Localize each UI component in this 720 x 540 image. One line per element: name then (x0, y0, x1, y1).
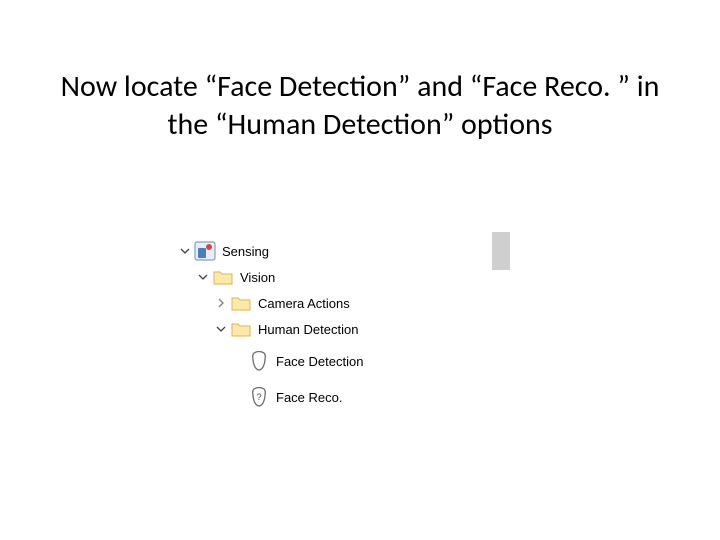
tree: Sensing Vision (178, 238, 363, 410)
face-reco-icon: ? (248, 386, 270, 408)
chevron-down-icon[interactable] (196, 270, 210, 284)
tree-item-face-reco[interactable]: ? Face Reco. (178, 384, 363, 410)
chevron-down-icon[interactable] (178, 244, 192, 258)
folder-icon (230, 292, 252, 314)
instruction-title: Now locate “Face Detection” and “Face Re… (40, 68, 680, 143)
folder-icon (230, 318, 252, 340)
svg-text:?: ? (256, 392, 261, 402)
tree-panel: Sensing Vision (158, 232, 510, 482)
scrollbar-thumb[interactable] (492, 232, 510, 270)
tree-item-label: Face Reco. (274, 390, 342, 405)
face-detection-icon (248, 350, 270, 372)
tree-item-label: Human Detection (256, 322, 358, 337)
tree-item-vision[interactable]: Vision (178, 264, 363, 290)
tree-item-face-detection[interactable]: Face Detection (178, 348, 363, 374)
tree-item-label: Sensing (220, 244, 269, 259)
tree-item-label: Vision (238, 270, 275, 285)
tree-item-label: Camera Actions (256, 296, 350, 311)
chevron-right-icon[interactable] (214, 296, 228, 310)
folder-icon (212, 266, 234, 288)
scrollbar-vertical[interactable] (492, 232, 510, 482)
tree-item-label: Face Detection (274, 354, 363, 369)
instruction-title-text: Now locate “Face Detection” and “Face Re… (61, 68, 660, 143)
tree-item-sensing[interactable]: Sensing (178, 238, 363, 264)
sensing-icon (194, 240, 216, 262)
tree-item-camera-actions[interactable]: Camera Actions (178, 290, 363, 316)
chevron-down-icon[interactable] (214, 322, 228, 336)
tree-item-human-detection[interactable]: Human Detection (178, 316, 363, 342)
